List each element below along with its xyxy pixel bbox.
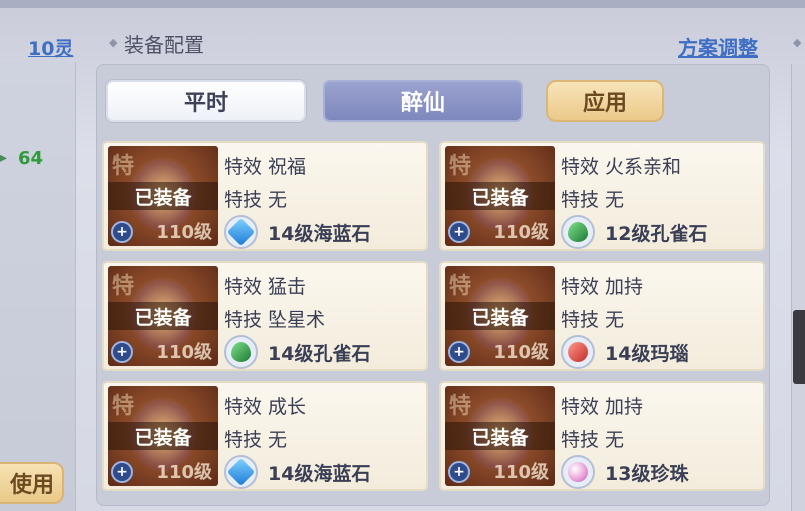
gem-row: 12级孔雀石 [561,215,707,249]
aquamarine-gem-icon[interactable] [224,215,258,249]
equipment-card[interactable]: 特 已装备 + 110级 特效 加持 特技 无 13级珍珠 [439,381,765,491]
arrow-icon: ▸ [0,150,8,166]
malachite-gem-icon[interactable] [224,335,258,369]
equipment-level: 110级 [156,222,212,243]
plus-icon[interactable]: + [111,341,133,363]
gem-label: 13级珍珠 [605,462,689,485]
spirit-link[interactable]: 10灵 [28,34,73,61]
gem-label: 12级孔雀石 [605,222,708,245]
right-edge-item [793,310,805,384]
equipped-label: 已装备 [445,302,555,330]
special-mark: 特 [449,394,472,419]
special-effect: 特效 成长 [224,396,307,418]
special-mark: 特 [112,154,135,179]
diamond-icon: ◆ [793,36,802,49]
plan-adjust-link[interactable]: 方案调整 [678,32,758,61]
special-mark: 特 [112,394,135,419]
gem-row: 13级珍珠 [561,455,688,489]
equipped-label: 已装备 [108,422,218,450]
gem-label: 14级海蓝石 [268,222,371,245]
plus-icon[interactable]: + [448,221,470,243]
equipment-card[interactable]: 特 已装备 + 110级 特效 猛击 特技 坠星术 14级孔雀石 [102,261,428,371]
special-skill: 特技 无 [561,309,625,331]
left-value: 64 [18,148,44,169]
special-skill: 特技 无 [224,189,288,211]
left-panel [0,62,76,511]
gem-label: 14级海蓝石 [268,462,371,485]
special-mark: 特 [449,154,472,179]
plus-icon[interactable]: + [111,461,133,483]
tab-zuixian[interactable]: 醉仙 [323,80,523,122]
plus-icon[interactable]: + [448,461,470,483]
special-effect: 特效 祝福 [224,156,307,178]
aquamarine-gem-icon[interactable] [224,455,258,489]
special-effect: 特效 加持 [561,396,644,418]
equipment-level: 110级 [156,462,212,483]
use-button[interactable]: 使用 [0,462,64,504]
top-strip [0,0,805,8]
equipment-level: 110级 [493,462,549,483]
gem-label: 14级孔雀石 [268,342,371,365]
equipped-label: 已装备 [445,182,555,210]
gem-label: 14级玛瑙 [605,342,689,365]
pearl-gem-icon[interactable] [561,455,595,489]
special-mark: 特 [449,274,472,299]
special-effect: 特效 加持 [561,276,644,298]
equipment-card[interactable]: 特 已装备 + 110级 特效 火系亲和 特技 无 12级孔雀石 [439,141,765,251]
special-skill: 特技 无 [224,429,288,451]
equipment-level: 110级 [156,342,212,363]
equipment-image[interactable]: 特 已装备 + 110级 [108,266,218,366]
right-panel-edge [791,64,805,511]
tab-normal[interactable]: 平时 [106,80,306,122]
malachite-gem-icon[interactable] [561,215,595,249]
special-effect: 特效 火系亲和 [561,156,682,178]
equipped-label: 已装备 [108,302,218,330]
plus-icon[interactable]: + [448,341,470,363]
gem-row: 14级孔雀石 [224,335,370,369]
gem-row: 14级海蓝石 [224,215,370,249]
gem-row: 14级海蓝石 [224,455,370,489]
equipment-card[interactable]: 特 已装备 + 110级 特效 加持 特技 无 14级玛瑙 [439,261,765,371]
equipment-level: 110级 [493,222,549,243]
equipped-label: 已装备 [108,182,218,210]
special-skill: 特技 坠星术 [224,309,326,331]
equipment-image[interactable]: 特 已装备 + 110级 [445,266,555,366]
equipment-image[interactable]: 特 已装备 + 110级 [445,386,555,486]
special-mark: 特 [112,274,135,299]
equipment-image[interactable]: 特 已装备 + 110级 [108,146,218,246]
special-effect: 特效 猛击 [224,276,307,298]
special-skill: 特技 无 [561,189,625,211]
equipment-card[interactable]: 特 已装备 + 110级 特效 祝福 特技 无 14级海蓝石 [102,141,428,251]
panel-title: 装备配置 [124,33,204,57]
equipment-image[interactable]: 特 已装备 + 110级 [108,386,218,486]
gem-row: 14级玛瑙 [561,335,688,369]
equipment-card[interactable]: 特 已装备 + 110级 特效 成长 特技 无 14级海蓝石 [102,381,428,491]
equipment-image[interactable]: 特 已装备 + 110级 [445,146,555,246]
agate-gem-icon[interactable] [561,335,595,369]
diamond-icon: ◆ [109,36,118,49]
equipment-level: 110级 [493,342,549,363]
plus-icon[interactable]: + [111,221,133,243]
special-skill: 特技 无 [561,429,625,451]
equipped-label: 已装备 [445,422,555,450]
apply-button[interactable]: 应用 [546,80,664,122]
